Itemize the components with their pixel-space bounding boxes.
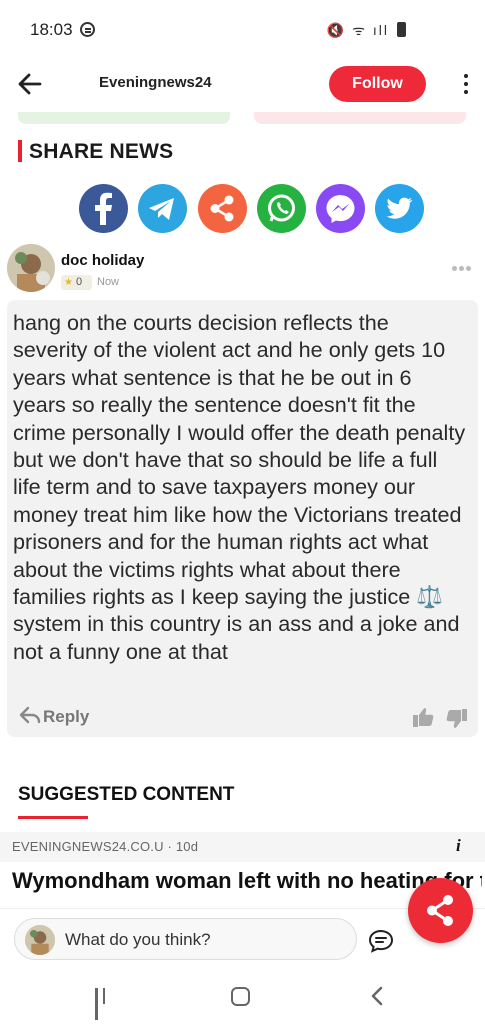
facebook-icon: [95, 192, 112, 225]
whatsapp-share-button[interactable]: [257, 184, 306, 233]
user-avatar[interactable]: [7, 244, 55, 292]
share-icon: [210, 195, 234, 222]
comment-options-icon[interactable]: [452, 266, 474, 272]
article-source: EVENINGNEWS24.CO.U · 10d: [12, 839, 199, 854]
card-peek-right: [254, 112, 466, 124]
more-options-icon[interactable]: [458, 72, 474, 96]
article-source-name: EVENINGNEWS24.CO.U: [12, 839, 164, 854]
user-rating: 0: [76, 276, 83, 288]
suggested-section-title: SUGGESTED CONTENT: [18, 784, 235, 805]
home-icon[interactable]: [231, 987, 250, 1006]
reply-label: Reply: [43, 706, 90, 726]
twitter-icon: [386, 197, 413, 219]
back-arrow-icon[interactable]: [14, 68, 46, 100]
card-peek-left: [18, 112, 230, 124]
reply-button[interactable]: Reply: [19, 705, 89, 729]
section-accent-bar: [18, 140, 22, 162]
user-rating-badge: ★ 0: [61, 275, 92, 290]
info-icon[interactable]: i: [456, 836, 461, 856]
whatsapp-icon: [268, 194, 295, 222]
facebook-share-button[interactable]: [79, 184, 128, 233]
battery-icon: [397, 22, 406, 37]
input-placeholder: What do you think?: [65, 930, 211, 949]
twitter-share-button[interactable]: [375, 184, 424, 233]
follow-button[interactable]: Follow: [329, 66, 426, 102]
system-nav-bar: [0, 968, 485, 1024]
article-age: 10d: [175, 839, 199, 854]
signal-icons: 🔇 ᯤ ıll: [326, 22, 389, 38]
share-section-title: SHARE NEWS: [29, 140, 174, 163]
input-avatar: [25, 925, 55, 955]
comment-author[interactable]: doc holiday: [61, 252, 144, 269]
comment-bubble: hang on the courts decision reflects the…: [7, 300, 478, 737]
comment-input[interactable]: What do you think?: [14, 918, 357, 960]
comments-icon[interactable]: [367, 927, 395, 955]
messenger-share-button[interactable]: [316, 184, 365, 233]
thumbs-up-icon[interactable]: [411, 705, 435, 729]
floating-share-button[interactable]: [408, 878, 473, 943]
comment-text: hang on the courts decision reflects the…: [13, 310, 466, 664]
nav-back-icon[interactable]: [369, 985, 385, 1007]
status-bar: 18:03 🔇 ᯤ ıll: [0, 0, 485, 60]
app-header: Eveningnews24 Follow: [0, 60, 485, 108]
recent-apps-icon[interactable]: [95, 988, 117, 1020]
telegram-share-button[interactable]: [138, 184, 187, 233]
message-status-icon: [80, 22, 95, 37]
status-time: 18:03: [30, 20, 73, 39]
section-underline: [18, 816, 88, 819]
messenger-icon: [326, 195, 355, 223]
comment-time: Now: [97, 276, 120, 288]
thumbs-down-icon[interactable]: [445, 707, 469, 731]
star-icon: ★: [64, 277, 73, 288]
generic-share-button[interactable]: [198, 184, 247, 233]
share-buttons-row: [79, 184, 429, 233]
telegram-icon: [149, 198, 174, 220]
reply-icon: [19, 705, 41, 730]
page-title: Eveningnews24: [99, 74, 212, 91]
share-icon: [427, 895, 453, 926]
